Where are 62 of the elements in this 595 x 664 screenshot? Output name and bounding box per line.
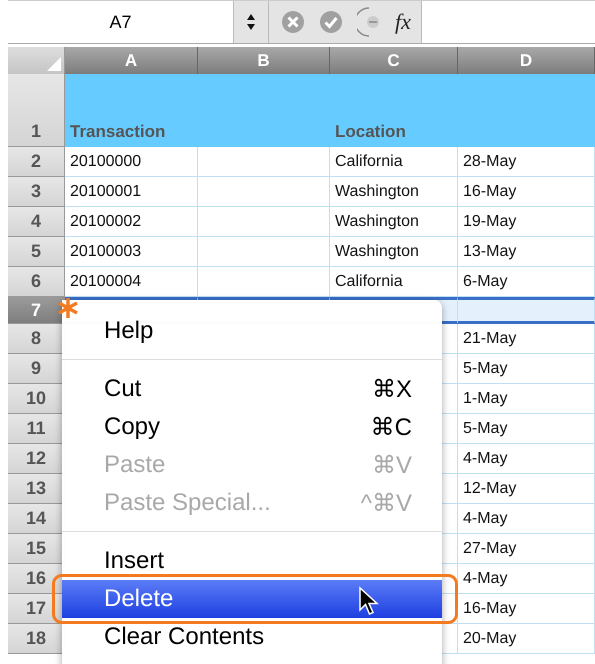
- row-header[interactable]: 18: [8, 624, 65, 654]
- table-cell: 4-May: [458, 504, 595, 534]
- column-heading: Location: [330, 74, 458, 147]
- column-header[interactable]: A: [65, 47, 198, 74]
- column-header[interactable]: C: [330, 47, 458, 74]
- row-header[interactable]: 12: [8, 444, 65, 474]
- equals-icon[interactable]: [357, 7, 381, 37]
- formula-field[interactable]: [422, 1, 595, 43]
- table-cell: 27-May: [458, 534, 595, 564]
- table-cell: 16-May: [458, 594, 595, 624]
- row-header[interactable]: 14: [8, 504, 65, 534]
- row-header[interactable]: 7: [8, 297, 65, 324]
- row-header[interactable]: 1: [8, 74, 65, 147]
- menu-item[interactable]: Cut ⌘X: [62, 370, 442, 408]
- menu-item[interactable]: Help: [62, 312, 442, 350]
- row-header[interactable]: 13: [8, 474, 65, 504]
- row-header[interactable]: 11: [8, 414, 65, 444]
- menu-item[interactable]: Clear Contents: [62, 618, 442, 656]
- row-header[interactable]: 4: [8, 207, 65, 237]
- row-header[interactable]: 9: [8, 354, 65, 384]
- menu-item[interactable]: Copy ⌘C: [62, 408, 442, 446]
- row-header[interactable]: 8: [8, 324, 65, 354]
- column-header[interactable]: D: [458, 47, 595, 74]
- select-all-button[interactable]: [8, 47, 65, 74]
- table-cell: 5-May: [458, 354, 595, 384]
- row-header[interactable]: 10: [8, 384, 65, 414]
- table-cell: 4-May: [458, 564, 595, 594]
- stepper-icon[interactable]: [246, 13, 256, 31]
- check-icon[interactable]: [319, 10, 343, 34]
- row-header[interactable]: 15: [8, 534, 65, 564]
- column-header[interactable]: B: [198, 47, 330, 74]
- table-cell: 12-May: [458, 474, 595, 504]
- table-cell: 1-May: [458, 384, 595, 414]
- table-cell: 28-May: [458, 147, 595, 177]
- function-button[interactable]: fx: [395, 9, 411, 35]
- table-cell: 4-May: [458, 444, 595, 474]
- table-cell: Washington: [330, 237, 458, 267]
- table-cell: 5-May: [458, 414, 595, 444]
- table-cell: 19-May: [458, 207, 595, 237]
- table-cell: Washington: [330, 177, 458, 207]
- cancel-icon[interactable]: [281, 10, 305, 34]
- row-header[interactable]: 16: [8, 564, 65, 594]
- menu-item[interactable]: Delete: [62, 580, 442, 618]
- table-cell: California: [330, 147, 458, 177]
- table-cell: 16-May: [458, 177, 595, 207]
- name-box[interactable]: A7: [8, 1, 234, 43]
- table-cell: Washington: [330, 207, 458, 237]
- table-cell: 20-May: [458, 624, 595, 654]
- cursor-icon: [358, 586, 380, 616]
- row-header[interactable]: 5: [8, 237, 65, 267]
- menu-item[interactable]: Insert: [62, 542, 442, 580]
- table-cell: 20100001: [65, 177, 198, 207]
- table-cell: 20100003: [65, 237, 198, 267]
- table-cell: 20100002: [65, 207, 198, 237]
- table-cell: 20100000: [65, 147, 198, 177]
- row-header[interactable]: 3: [8, 177, 65, 207]
- row-header[interactable]: 6: [8, 267, 65, 297]
- table-cell: 13-May: [458, 237, 595, 267]
- corner-triangle-icon: [47, 57, 61, 71]
- column-heading: Transaction: [65, 74, 198, 147]
- table-cell: 21-May: [458, 324, 595, 354]
- row-header[interactable]: 2: [8, 147, 65, 177]
